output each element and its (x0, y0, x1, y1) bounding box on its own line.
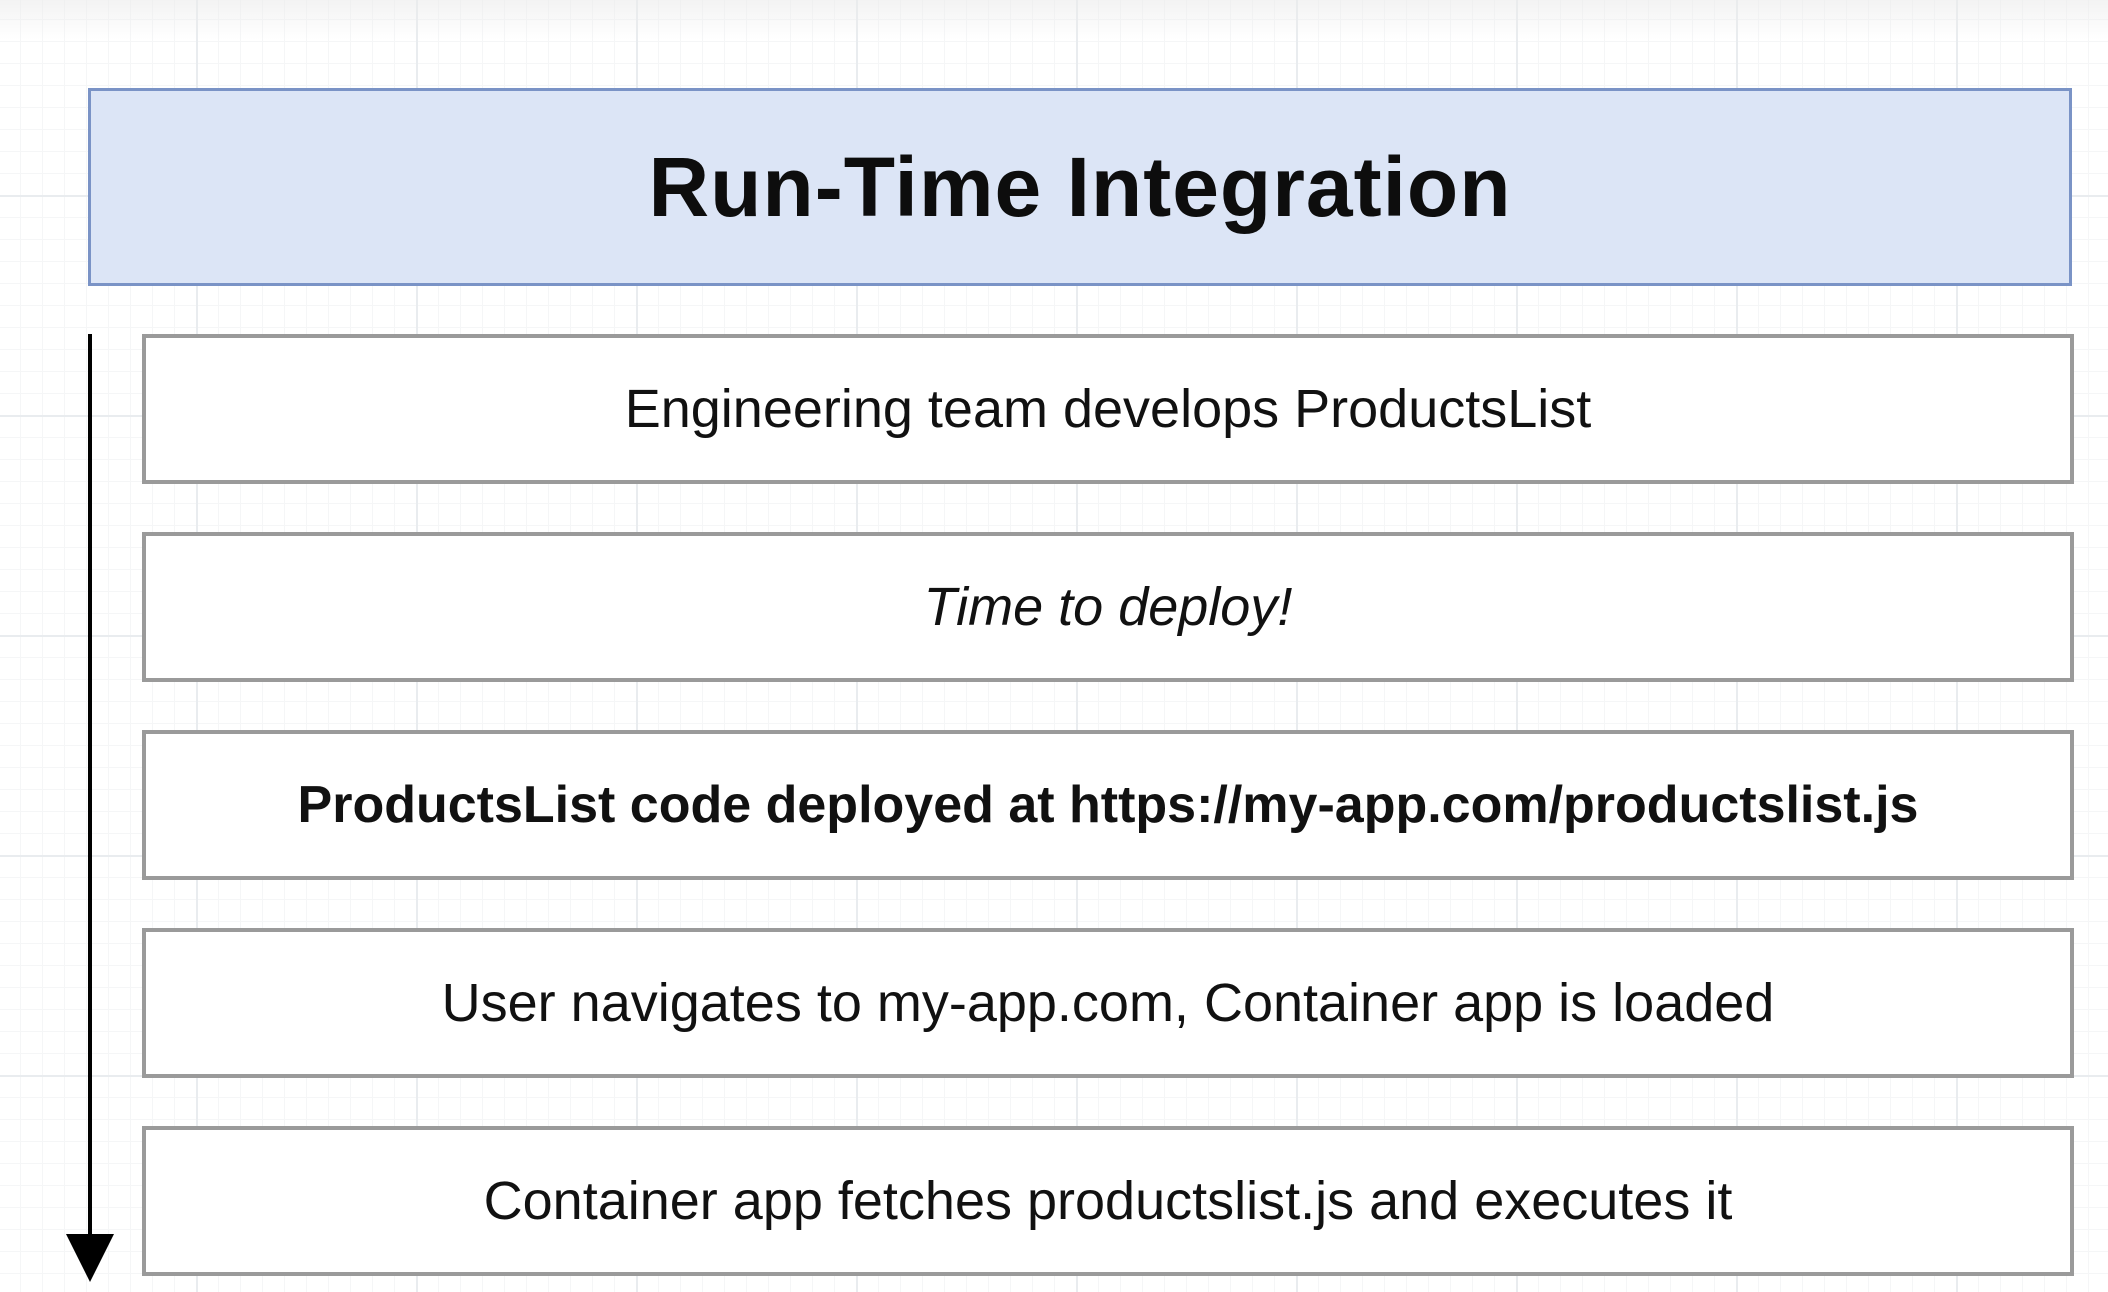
step-box-2: Time to deploy! (142, 532, 2074, 682)
step-3-text: ProductsList code deployed at https://my… (297, 776, 1919, 834)
step-2-text: Time to deploy! (923, 577, 1293, 637)
timeline-arrow-head (66, 1234, 114, 1282)
diagram-title: Run-Time Integration (648, 139, 1512, 234)
step-5-text: Container app fetches productslist.js an… (483, 1171, 1733, 1231)
canvas-top-shadow (0, 0, 2108, 40)
step-box-5: Container app fetches productslist.js an… (142, 1126, 2074, 1276)
step-4-text: User navigates to my-app.com, Container … (441, 973, 1775, 1033)
step-box-4: User navigates to my-app.com, Container … (142, 928, 2074, 1078)
step-box-1: Engineering team develops ProductsList (142, 334, 2074, 484)
timeline-arrow (66, 334, 114, 1282)
step-1-text: Engineering team develops ProductsList (624, 379, 1592, 439)
title-box: Run-Time Integration (88, 88, 2072, 286)
step-box-3: ProductsList code deployed at https://my… (142, 730, 2074, 880)
